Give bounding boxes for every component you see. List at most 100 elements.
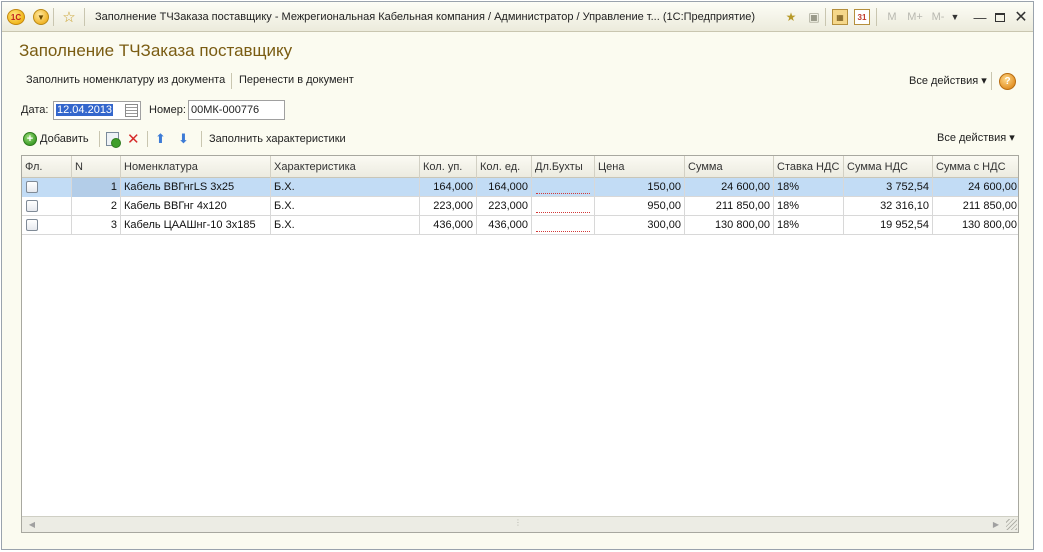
qty-pack-cell[interactable]: 436,000 [420,216,477,235]
add-row-button[interactable]: + Добавить [23,130,89,148]
coil-length-cell[interactable] [532,197,595,216]
required-field-underline [536,193,590,194]
characteristic-cell[interactable]: Б.Х. [271,197,420,216]
price-cell[interactable]: 950,00 [595,197,685,216]
vat-sum-cell[interactable]: 32 316,10 [844,197,933,216]
horizontal-scrollbar[interactable]: ◀ ⋮ ▶ [22,516,1018,532]
title-bar: 1С ▼ ☆ Заполнение ТЧЗаказа поставщику - … [2,2,1033,32]
scroll-left-icon[interactable]: ◀ [24,518,40,531]
toolbar-divider [147,131,148,147]
memory-button[interactable]: M [884,9,900,25]
coil-length-cell[interactable] [532,216,595,235]
flag-checkbox[interactable] [26,181,38,193]
column-header-vat-rate[interactable]: Ставка НДС [774,156,844,178]
table-row[interactable]: 3 Кабель ЦААШнг-10 3х185 Б.Х. 436,000 43… [22,216,1018,235]
nomenclature-cell[interactable]: Кабель ЦААШнг-10 3х185 [121,216,271,235]
column-header-vat-sum[interactable]: Сумма НДС [844,156,933,178]
transfer-to-document-button[interactable]: Перенести в документ [239,74,354,86]
flag-cell [22,178,72,197]
sum-with-vat-cell[interactable]: 24 600,00 [933,178,1018,197]
row-number-cell[interactable]: 2 [72,197,121,216]
vat-rate-cell[interactable]: 18% [774,216,844,235]
required-field-underline [536,231,590,232]
qty-pack-cell[interactable]: 223,000 [420,197,477,216]
column-header-characteristic[interactable]: Характеристика [271,156,420,178]
number-label: Номер: [149,104,186,116]
row-number-cell[interactable]: 1 [72,178,121,197]
sum-with-vat-cell[interactable]: 130 800,00 [933,216,1018,235]
calculator-icon[interactable]: ▦ [832,9,848,25]
vat-rate-cell[interactable]: 18% [774,178,844,197]
qty-unit-cell[interactable]: 223,000 [477,197,532,216]
copy-row-button[interactable] [106,130,121,148]
history-icon[interactable]: ▣ [805,9,823,25]
command-bar-divider [231,73,232,89]
price-cell[interactable]: 150,00 [595,178,685,197]
column-header-n[interactable]: N [72,156,121,178]
command-bar-divider [991,72,992,90]
column-header-qty-unit[interactable]: Кол. ед. [477,156,532,178]
nomenclature-cell[interactable]: Кабель ВВГнг 4х120 [121,197,271,216]
flag-checkbox[interactable] [26,200,38,212]
calendar-picker-icon[interactable] [125,104,138,117]
main-menu-chevron-icon[interactable]: ▼ [33,9,49,25]
move-up-arrow-icon[interactable]: ⬆ [155,130,166,148]
column-header-qty-pack[interactable]: Кол. уп. [420,156,477,178]
column-header-coil-length[interactable]: Дл.Бухты [532,156,595,178]
resize-grip-icon[interactable] [1006,519,1017,530]
price-cell[interactable]: 300,00 [595,216,685,235]
favorites-star-icon[interactable]: ☆ [60,9,78,26]
coil-length-cell[interactable] [532,178,595,197]
sum-cell[interactable]: 24 600,00 [685,178,774,197]
number-field[interactable]: 00МК-000776 [188,100,285,120]
characteristic-cell[interactable]: Б.Х. [271,216,420,235]
column-header-flag[interactable]: Фл. [22,156,72,178]
scroll-grip-icon[interactable]: ⋮ [514,518,522,527]
sum-with-vat-cell[interactable]: 211 850,00 [933,197,1018,216]
toolbar-dropdown-icon[interactable]: ▼ [949,9,961,25]
vat-sum-cell[interactable]: 19 952,54 [844,216,933,235]
fill-characteristics-button[interactable]: Заполнить характеристики [209,130,346,148]
titlebar-divider [84,8,85,26]
table-toolbar: + Добавить ✕ ⬆ ⬇ Заполнить характеристик… [23,130,1018,148]
qty-pack-cell[interactable]: 164,000 [420,178,477,197]
qty-unit-cell[interactable]: 164,000 [477,178,532,197]
delete-row-icon[interactable]: ✕ [127,130,140,148]
copy-add-icon [106,132,121,148]
all-actions-menu-button[interactable]: Все действия ▾ [909,74,987,87]
memory-minus-button[interactable]: M- [928,9,948,25]
add-to-favorites-icon[interactable]: ★ [782,9,800,25]
flag-cell [22,197,72,216]
window-title: Заполнение ТЧЗаказа поставщику - Межреги… [95,11,756,23]
1c-logo-icon[interactable]: 1С [7,9,25,25]
row-number-cell[interactable]: 3 [72,216,121,235]
move-down-arrow-icon[interactable]: ⬇ [178,130,189,148]
table-row[interactable]: 2 Кабель ВВГнг 4х120 Б.Х. 223,000 223,00… [22,197,1018,216]
column-header-nomenclature[interactable]: Номенклатура [121,156,271,178]
sum-cell[interactable]: 130 800,00 [685,216,774,235]
titlebar-divider [53,8,54,26]
minimize-icon[interactable]: — [972,9,988,25]
column-header-sum-with-vat[interactable]: Сумма с НДС [933,156,1018,178]
flag-checkbox[interactable] [26,219,38,231]
calendar-icon[interactable]: 31 [854,9,870,25]
qty-unit-cell[interactable]: 436,000 [477,216,532,235]
close-icon[interactable]: ✕ [1013,9,1029,26]
column-header-price[interactable]: Цена [595,156,685,178]
column-header-sum[interactable]: Сумма [685,156,774,178]
maximize-icon[interactable] [992,9,1008,25]
fill-nomenclature-from-document-button[interactable]: Заполнить номенклатуру из документа [26,74,225,86]
date-value: 12.04.2013 [56,104,114,116]
characteristic-cell[interactable]: Б.Х. [271,178,420,197]
scroll-right-icon[interactable]: ▶ [988,518,1004,531]
nomenclature-cell[interactable]: Кабель ВВГнгLS 3х25 [121,178,271,197]
sum-cell[interactable]: 211 850,00 [685,197,774,216]
table-row[interactable]: 1 Кабель ВВГнгLS 3х25 Б.Х. 164,000 164,0… [22,178,1018,197]
vat-sum-cell[interactable]: 3 752,54 [844,178,933,197]
table-all-actions-menu-button[interactable]: Все действия ▾ [937,131,1015,144]
date-field[interactable]: 12.04.2013 [53,101,141,120]
vat-rate-cell[interactable]: 18% [774,197,844,216]
items-table[interactable]: Фл. N Номенклатура Характеристика Кол. у… [21,155,1019,533]
memory-plus-button[interactable]: M+ [905,9,925,25]
help-icon[interactable]: ? [999,73,1016,90]
